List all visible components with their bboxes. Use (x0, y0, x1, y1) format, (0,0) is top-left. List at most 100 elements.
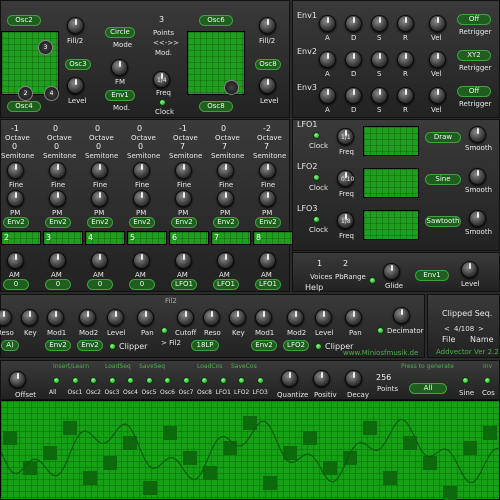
source-led[interactable] (145, 377, 153, 384)
right-level-knob[interactable] (259, 77, 276, 94)
seq-next-button[interactable]: > (478, 325, 484, 333)
am-source-selector[interactable]: 0 (87, 279, 113, 290)
retrigger-selector[interactable]: Off (457, 86, 491, 97)
pm-env-selector[interactable]: Env2 (255, 217, 281, 228)
decimator-knob[interactable] (393, 307, 410, 324)
am-knob[interactable] (259, 252, 276, 269)
am-source-selector[interactable]: LFO1 (255, 279, 281, 290)
lfo-shape-selector[interactable]: Sine (425, 174, 461, 185)
semitone-value[interactable]: 7 (222, 142, 227, 151)
osc-wave-display[interactable]: 3 (43, 231, 83, 245)
env-a-knob[interactable] (319, 15, 336, 32)
lfo-shape-selector[interactable]: Sawtooth (425, 216, 461, 227)
fine-knob[interactable] (133, 162, 150, 179)
points-count-value[interactable]: 256 (376, 373, 391, 382)
source-led[interactable] (201, 377, 208, 384)
source-led[interactable] (182, 377, 190, 384)
osc-right-mid-selector[interactable]: Osc8 (255, 59, 281, 70)
osc-wave-display[interactable]: 2 (1, 231, 41, 245)
pm-env-selector[interactable]: Env2 (129, 217, 155, 228)
glide-led[interactable] (369, 277, 376, 284)
f1-mod2-knob[interactable] (79, 309, 96, 326)
pm-env-selector[interactable]: Env2 (213, 217, 239, 228)
source-led[interactable] (108, 377, 116, 384)
pm-env-selector[interactable]: Env2 (87, 217, 113, 228)
pm-env-selector[interactable]: Env2 (3, 217, 29, 228)
lfo-freq-knob[interactable]: 0.10 (337, 170, 354, 187)
am-knob[interactable] (91, 252, 108, 269)
seq-name-button[interactable]: Name (470, 335, 494, 344)
glide-knob[interactable] (383, 263, 400, 280)
lfo-shape-selector[interactable]: Draw (425, 132, 461, 143)
lfo-smooth-knob[interactable] (469, 168, 486, 185)
source-led[interactable] (219, 377, 227, 384)
octave-value[interactable]: 0 (137, 124, 142, 133)
f2-clipper-led[interactable] (315, 343, 322, 350)
octave-value[interactable]: -1 (179, 124, 187, 133)
fill-half-knob[interactable] (67, 17, 84, 34)
fm-knob[interactable] (111, 59, 128, 76)
env-vel-knob[interactable] (429, 87, 446, 104)
osc-wave-display[interactable]: 7 (211, 231, 251, 245)
decay-knob[interactable] (345, 370, 362, 387)
f2-key-knob[interactable] (229, 309, 246, 326)
semitone-value[interactable]: 0 (12, 142, 17, 151)
xy-point-marker[interactable]: 3 (38, 40, 53, 55)
env-r-knob[interactable] (397, 87, 414, 104)
mode-selector[interactable]: Circle (105, 27, 135, 38)
sequence-display[interactable] (0, 400, 500, 500)
source-led[interactable] (256, 377, 264, 384)
osc-wave-display[interactable]: 8 (253, 231, 293, 245)
xy-point-marker[interactable] (224, 80, 239, 95)
load-seq-button[interactable]: LoadSeq (105, 363, 131, 370)
env-d-knob[interactable] (345, 51, 362, 68)
pm-knob[interactable] (91, 190, 108, 207)
env-r-knob[interactable] (397, 15, 414, 32)
voices-value[interactable]: 1 (317, 259, 322, 268)
pbrange-value[interactable]: 2 (343, 259, 348, 268)
offset-knob[interactable] (9, 371, 26, 388)
osc-wave-display[interactable]: 5 (127, 231, 167, 245)
am-source-selector[interactable]: LFO1 (171, 279, 197, 290)
cos-led[interactable] (484, 377, 491, 384)
f2-cutoff-knob[interactable] (177, 309, 194, 326)
fine-knob[interactable] (7, 162, 24, 179)
lfo-smooth-knob[interactable] (469, 210, 486, 227)
f2-mod1-knob[interactable] (255, 309, 272, 326)
lfo-freq-knob[interactable]: 1/1 (337, 128, 354, 145)
level-knob[interactable] (67, 77, 84, 94)
semitone-value[interactable]: 7 (180, 142, 185, 151)
right-fill-half-knob[interactable] (259, 17, 276, 34)
pm-knob[interactable] (7, 190, 24, 207)
env-d-knob[interactable] (345, 87, 362, 104)
octave-value[interactable]: 0 (95, 124, 100, 133)
fine-knob[interactable] (91, 162, 108, 179)
am-knob[interactable] (133, 252, 150, 269)
retrigger-selector[interactable]: XY2 (457, 50, 491, 61)
lfo-clock-led[interactable] (313, 132, 320, 139)
pm-knob[interactable] (175, 190, 192, 207)
f1-env-b-selector[interactable]: Env2 (77, 340, 103, 351)
quantize-knob[interactable] (281, 370, 298, 387)
voice-env-selector[interactable]: Env1 (415, 270, 449, 281)
f1-env-a-selector[interactable]: Env2 (45, 340, 71, 351)
env-a-knob[interactable] (319, 51, 336, 68)
generate-selector[interactable]: All (409, 383, 447, 394)
website-link[interactable]: www.Miniosfmusik.de (343, 349, 418, 357)
fine-knob[interactable] (217, 162, 234, 179)
octave-value[interactable]: -1 (11, 124, 19, 133)
source-led[interactable] (53, 377, 60, 384)
am-source-selector[interactable]: 0 (129, 279, 155, 290)
retrigger-selector[interactable]: Off (457, 14, 491, 25)
lfo-freq-knob[interactable]: 1/8 (337, 212, 354, 229)
seq-file-button[interactable]: File (442, 335, 455, 344)
source-led[interactable] (127, 377, 134, 384)
pm-knob[interactable] (259, 190, 276, 207)
osc-left-bottom-selector[interactable]: Osc4 (7, 101, 41, 112)
freq-knob[interactable]: 1/4 (153, 71, 170, 88)
f1-pan-knob[interactable] (137, 309, 154, 326)
seq-prev-button[interactable]: < (444, 325, 450, 333)
f2-mod2-knob[interactable] (287, 309, 304, 326)
am-knob[interactable] (49, 252, 66, 269)
osc-right-xy-screen[interactable] (187, 31, 245, 95)
